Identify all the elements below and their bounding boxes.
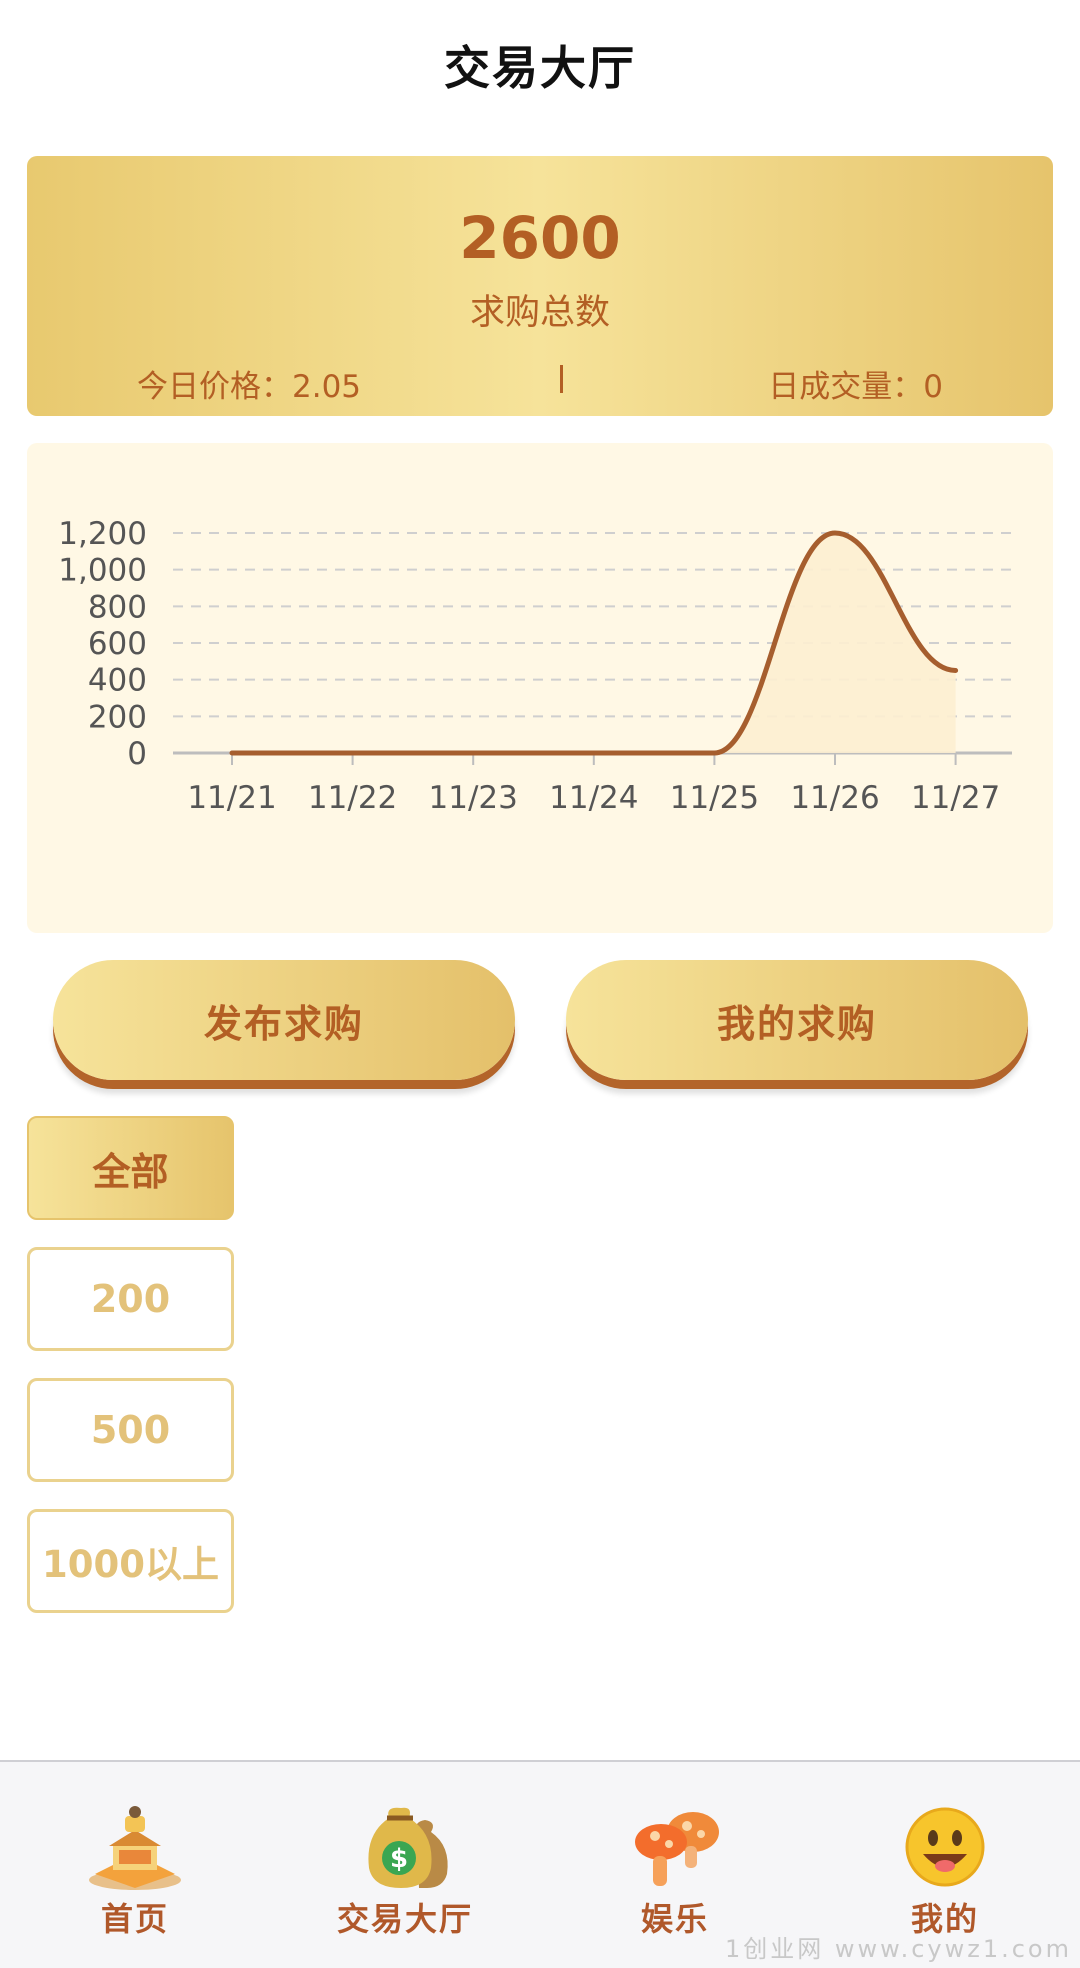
tab-trading-hall-label: 交易大厅 <box>336 1900 473 1938</box>
y-tick-label: 200 <box>88 699 147 735</box>
summary-card: 2600 求购总数 今日价格：2.05 日成交量：0 <box>27 156 1053 416</box>
tab-home-label: 首页 <box>100 1900 169 1938</box>
filter-all[interactable]: 全部 <box>27 1116 234 1220</box>
x-tick-label: 11/26 <box>790 780 879 816</box>
total-purchase-count: 2600 <box>459 204 621 272</box>
temple-icon <box>89 1806 181 1890</box>
trend-chart: 02004006008001,0001,200 11/21 11/22 11/23 11… <box>58 516 1012 816</box>
y-tick-label: 1,000 <box>58 553 147 589</box>
smiley-face-icon <box>905 1807 985 1887</box>
y-tick-label: 0 <box>127 736 147 772</box>
total-purchase-label: 求购总数 <box>469 293 610 333</box>
daily-volume: 日成交量：0 <box>768 369 943 405</box>
x-tick-label: 11/24 <box>549 780 638 816</box>
tab-home[interactable]: 首页 <box>0 1762 270 1968</box>
today-price: 今日价格：2.05 <box>137 369 362 405</box>
mushroom-icon <box>635 1812 719 1886</box>
money-bag-icon: $ <box>368 1807 448 1888</box>
publish-request-button[interactable]: 发布求购 <box>53 960 515 1080</box>
page-title: 交易大厅 <box>444 41 636 95</box>
y-tick-label: 1,200 <box>58 516 147 552</box>
tab-trading-hall[interactable]: $ 交易大厅 <box>270 1762 540 1968</box>
y-tick-label: 600 <box>88 626 147 662</box>
x-tick-label: 11/22 <box>308 780 397 816</box>
chart-card: 0 200 400 600 800 1,000 1,200 11/21 11/22 11/23 11… <box>27 443 1053 933</box>
x-tick-label: 11/27 <box>911 780 1000 816</box>
x-tick-label: 11/21 <box>187 780 276 816</box>
filter-1000-plus[interactable]: 1000以上 <box>27 1509 234 1613</box>
y-tick-label: 800 <box>88 589 147 625</box>
site-watermark: 1创业网 www.cywz1.com <box>725 1935 1072 1963</box>
x-tick-label: 11/25 <box>670 780 759 816</box>
my-requests-button[interactable]: 我的求购 <box>566 960 1028 1080</box>
filter-500[interactable]: 500 <box>27 1378 234 1482</box>
trading-hall-page: 交易大厅 2600 求购总数 今日价格：2.05 日成交量：0 0 200 400 6… <box>0 0 1080 1968</box>
header: 交易大厅 <box>0 0 1080 130</box>
y-tick-label: 400 <box>88 663 147 699</box>
stat-divider <box>560 365 563 393</box>
filter-200[interactable]: 200 <box>27 1247 234 1351</box>
svg-text:$: $ <box>390 1844 408 1874</box>
x-tick-label: 11/23 <box>429 780 518 816</box>
